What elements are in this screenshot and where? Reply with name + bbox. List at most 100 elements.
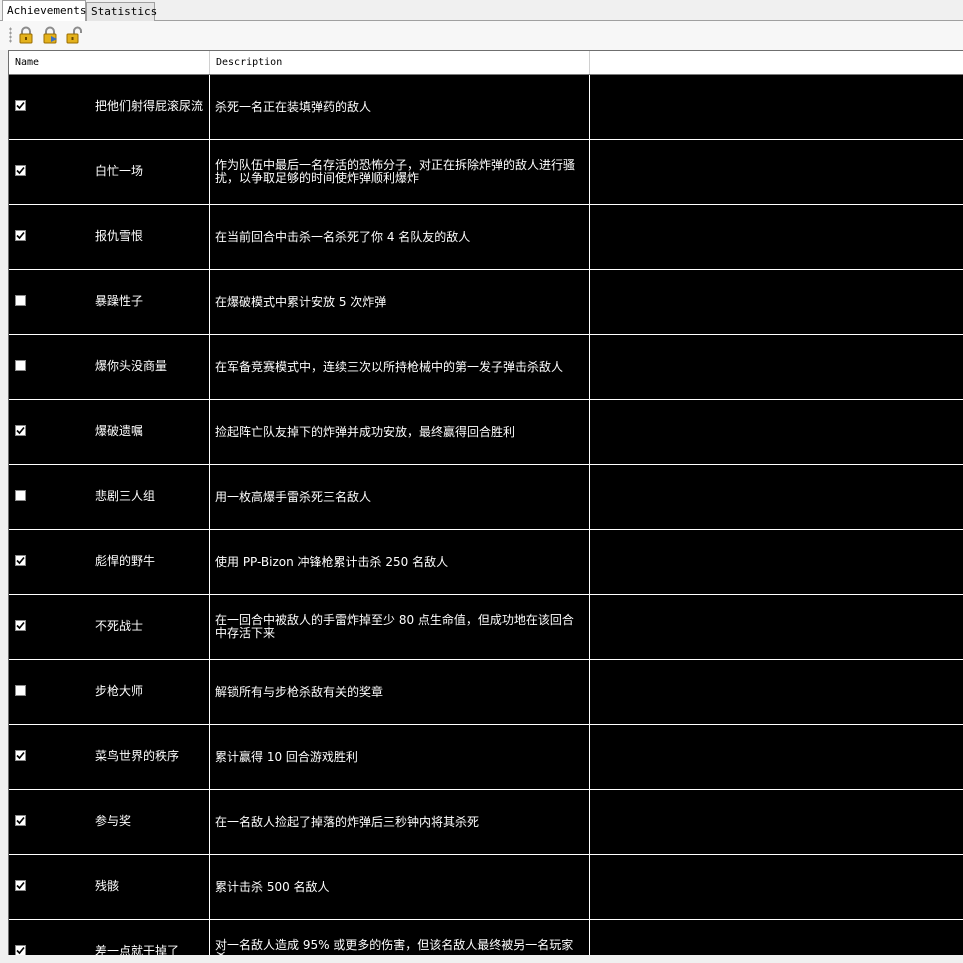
toolbar-grip[interactable]	[9, 27, 12, 43]
description-cell: 在当前回合中击杀一名杀死了你 4 名队友的敌人	[210, 205, 590, 269]
achievement-checkbox[interactable]	[15, 230, 26, 241]
achievement-checkbox[interactable]	[15, 880, 26, 891]
invert-lock-button[interactable]	[41, 26, 59, 44]
achievement-description: 在一回合中被敌人的手雷炸掉至少 80 点生命值，但成功地在该回合中存活下来	[215, 613, 574, 640]
name-cell: 报仇雪恨	[9, 205, 210, 269]
achievement-name: 菜鸟世界的秩序	[95, 749, 180, 763]
table-row[interactable]: 爆你头没商量 在军备竞赛模式中，连续三次以所持枪械中的第一发子弹击杀敌人	[9, 335, 963, 400]
table-row[interactable]: 菜鸟世界的秩序 累计赢得 10 回合游戏胜利	[9, 725, 963, 790]
achievement-description: 作为队伍中最后一名存活的恐怖分子，对正在拆除炸弹的敌人进行骚扰，以争取足够的时间…	[215, 158, 576, 185]
achievement-description: 在军备竞赛模式中，连续三次以所持枪械中的第一发子弹击杀敌人	[215, 359, 564, 374]
filler-cell	[590, 725, 963, 789]
achievement-checkbox[interactable]	[15, 750, 26, 761]
achievement-name: 暴躁性子	[95, 294, 144, 308]
bottom-border	[0, 955, 963, 963]
achievement-description: 杀死一名正在装填弹药的敌人	[215, 99, 372, 114]
tab-bar: Achievements Statistics	[0, 0, 963, 21]
achievement-name: 爆你头没商量	[95, 359, 168, 373]
achievement-checkbox[interactable]	[15, 620, 26, 631]
table-row[interactable]: 爆破遗嘱 捡起阵亡队友掉下的炸弹并成功安放，最终赢得回合胜利	[9, 400, 963, 465]
achievement-checkbox[interactable]	[15, 165, 26, 176]
name-cell: 参与奖	[9, 790, 210, 854]
table-row[interactable]: 差一点就干掉了 对一名敌人造成 95% 或更多的伤害，但该名敌人最终被另一名玩家杀	[9, 920, 963, 955]
achievement-name: 步枪大师	[95, 684, 144, 698]
name-cell: 彪悍的野牛	[9, 530, 210, 594]
description-cell: 捡起阵亡队友掉下的炸弹并成功安放，最终赢得回合胜利	[210, 400, 590, 464]
table-row[interactable]: 步枪大师 解锁所有与步枪杀敌有关的奖章	[9, 660, 963, 725]
achievement-description: 累计击杀 500 名敌人	[215, 879, 330, 894]
table-row[interactable]: 报仇雪恨 在当前回合中击杀一名杀死了你 4 名队友的敌人	[9, 205, 963, 270]
column-header-description[interactable]: Description	[210, 51, 590, 74]
filler-cell	[590, 205, 963, 269]
achievement-checkbox[interactable]	[15, 945, 26, 955]
description-cell: 累计击杀 500 名敌人	[210, 855, 590, 919]
name-cell: 把他们射得屁滚尿流	[9, 75, 210, 139]
column-header-name[interactable]: Name	[9, 51, 210, 74]
achievements-list[interactable]: Name Description 把他们射得屁滚尿流 杀死一名正在装填弹药的敌人白…	[8, 50, 963, 955]
achievement-checkbox[interactable]	[15, 685, 26, 696]
filler-cell	[590, 660, 963, 724]
filler-cell	[590, 400, 963, 464]
name-cell: 残骸	[9, 855, 210, 919]
name-cell: 悲剧三人组	[9, 465, 210, 529]
lock-invert-icon	[43, 26, 57, 44]
table-row[interactable]: 悲剧三人组 用一枚高爆手雷杀死三名敌人	[9, 465, 963, 530]
achievement-checkbox[interactable]	[15, 490, 26, 501]
description-cell: 在一名敌人捡起了掉落的炸弹后三秒钟内将其杀死	[210, 790, 590, 854]
filler-cell	[590, 465, 963, 529]
table-row[interactable]: 把他们射得屁滚尿流 杀死一名正在装填弹药的敌人	[9, 75, 963, 140]
filler-cell	[590, 140, 963, 204]
tab-achievements[interactable]: Achievements	[2, 0, 86, 21]
filler-cell	[590, 790, 963, 854]
achievement-name: 差一点就干掉了	[95, 944, 180, 955]
description-cell: 使用 PP-Bizon 冲锋枪累计击杀 250 名敌人	[210, 530, 590, 594]
achievement-checkbox[interactable]	[15, 360, 26, 371]
achievement-name: 白忙一场	[95, 164, 144, 178]
name-cell: 不死战士	[9, 595, 210, 659]
lock-all-button[interactable]	[17, 26, 35, 44]
description-cell: 累计赢得 10 回合游戏胜利	[210, 725, 590, 789]
table-row[interactable]: 残骸 累计击杀 500 名敌人	[9, 855, 963, 920]
list-rows: 把他们射得屁滚尿流 杀死一名正在装填弹药的敌人白忙一场 作为队伍中最后一名存活的恐怖…	[9, 75, 963, 955]
name-cell: 白忙一场	[9, 140, 210, 204]
description-cell: 在军备竞赛模式中，连续三次以所持枪械中的第一发子弹击杀敌人	[210, 335, 590, 399]
table-row[interactable]: 白忙一场 作为队伍中最后一名存活的恐怖分子，对正在拆除炸弹的敌人进行骚扰，以争取足…	[9, 140, 963, 205]
description-cell: 在爆破模式中累计安放 5 次炸弹	[210, 270, 590, 334]
name-cell: 菜鸟世界的秩序	[9, 725, 210, 789]
list-header: Name Description	[9, 51, 963, 75]
name-cell: 差一点就干掉了	[9, 920, 210, 955]
filler-cell	[590, 270, 963, 334]
table-row[interactable]: 不死战士 在一回合中被敌人的手雷炸掉至少 80 点生命值，但成功地在该回合中存活下…	[9, 595, 963, 660]
achievement-checkbox[interactable]	[15, 100, 26, 111]
lock-all-icon	[19, 26, 33, 44]
achievement-description: 累计赢得 10 回合游戏胜利	[215, 749, 358, 764]
table-row[interactable]: 彪悍的野牛 使用 PP-Bizon 冲锋枪累计击杀 250 名敌人	[9, 530, 963, 595]
achievement-description: 对一名敌人造成 95% 或更多的伤害，但该名敌人最终被另一名玩家杀	[215, 938, 574, 956]
achievement-checkbox[interactable]	[15, 815, 26, 826]
achievement-description: 在当前回合中击杀一名杀死了你 4 名队友的敌人	[215, 229, 471, 244]
table-row[interactable]: 参与奖 在一名敌人捡起了掉落的炸弹后三秒钟内将其杀死	[9, 790, 963, 855]
name-cell: 爆你头没商量	[9, 335, 210, 399]
achievement-checkbox[interactable]	[15, 425, 26, 436]
achievement-checkbox[interactable]	[15, 295, 26, 306]
achievement-description: 在一名敌人捡起了掉落的炸弹后三秒钟内将其杀死	[215, 814, 480, 829]
filler-cell	[590, 530, 963, 594]
achievement-description: 解锁所有与步枪杀敌有关的奖章	[215, 684, 384, 699]
name-cell: 爆破遗嘱	[9, 400, 210, 464]
achievement-name: 把他们射得屁滚尿流	[95, 99, 204, 113]
column-header-filler	[590, 51, 963, 74]
description-cell: 杀死一名正在装填弹药的敌人	[210, 75, 590, 139]
achievement-description: 捡起阵亡队友掉下的炸弹并成功安放，最终赢得回合胜利	[215, 424, 516, 439]
description-cell: 在一回合中被敌人的手雷炸掉至少 80 点生命值，但成功地在该回合中存活下来	[210, 595, 590, 659]
filler-cell	[590, 920, 963, 955]
achievement-name: 悲剧三人组	[95, 489, 156, 503]
name-cell: 暴躁性子	[9, 270, 210, 334]
filler-cell	[590, 335, 963, 399]
table-row[interactable]: 暴躁性子 在爆破模式中累计安放 5 次炸弹	[9, 270, 963, 335]
filler-cell	[590, 855, 963, 919]
unlock-all-button[interactable]	[65, 26, 83, 44]
achievement-name: 参与奖	[95, 814, 132, 828]
achievement-checkbox[interactable]	[15, 555, 26, 566]
tab-statistics[interactable]: Statistics	[86, 2, 157, 21]
achievement-description: 使用 PP-Bizon 冲锋枪累计击杀 250 名敌人	[215, 554, 449, 569]
